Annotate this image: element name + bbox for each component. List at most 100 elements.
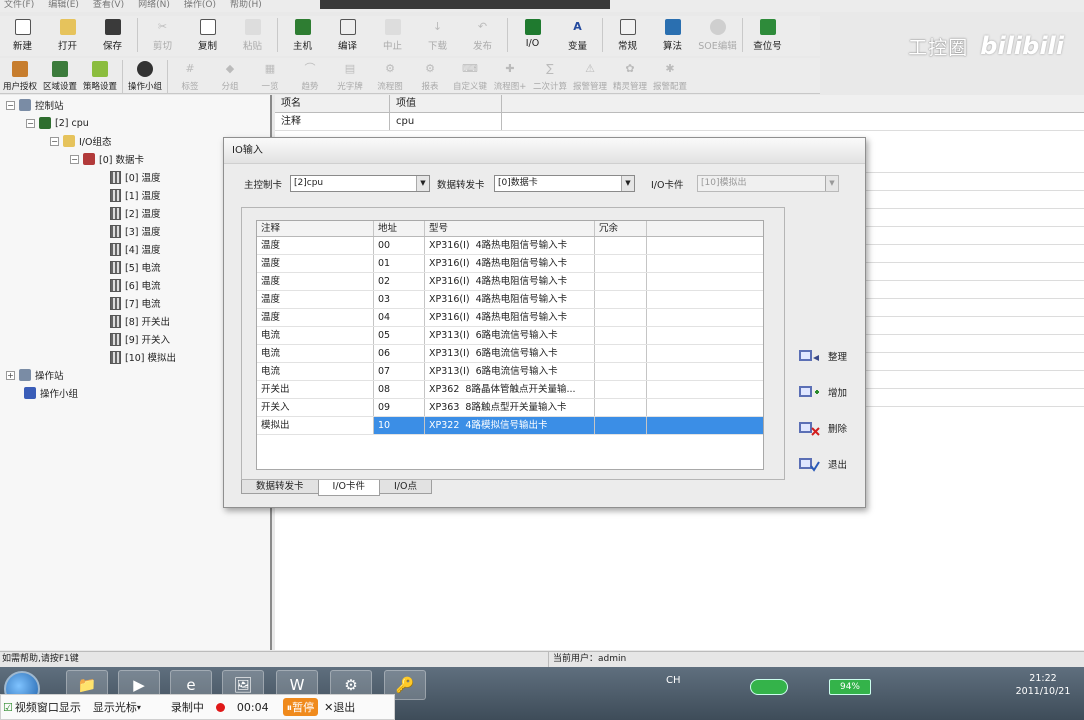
collapse-toggle[interactable]: −: [26, 118, 35, 128]
alarm-button[interactable]: ⚠ 报警管理: [570, 58, 610, 96]
tree-node-channel[interactable]: [3] 温度: [110, 223, 160, 239]
tree-node-cpu[interactable]: − [2] cpu: [26, 115, 89, 131]
tree-node-channel[interactable]: [9] 开关入: [110, 331, 170, 347]
expand-toggle[interactable]: +: [6, 370, 15, 380]
chevron-down-icon[interactable]: ▾: [137, 703, 141, 712]
checkbox-icon[interactable]: ☑: [3, 701, 13, 714]
new-button[interactable]: ​ 新建: [0, 16, 45, 54]
tag-button[interactable]: # 标签: [170, 58, 210, 96]
alarm-config-button[interactable]: ✱ 报警配置: [650, 58, 690, 96]
annunciator-button[interactable]: ▤ 光字牌: [330, 58, 370, 96]
download-button[interactable]: ↓ 下载: [415, 16, 460, 54]
table-row[interactable]: 温度 01 XP316(I) 4路热电阻信号输入卡: [257, 255, 763, 273]
tray-status-icon[interactable]: [750, 679, 788, 695]
tree-node-channel[interactable]: [1] 温度: [110, 187, 160, 203]
algorithm-button[interactable]: ​ 算法: [650, 16, 695, 54]
exit-button[interactable]: 退出: [798, 454, 847, 474]
tree-node-operator-group[interactable]: 操作小组: [24, 385, 78, 401]
table-row[interactable]: 电流 06 XP313(I) 6路电流信号输入卡: [257, 345, 763, 363]
tab-io-card[interactable]: I/O卡件: [317, 480, 380, 496]
collapse-toggle[interactable]: −: [50, 136, 59, 146]
group-button[interactable]: ◆ 分组: [210, 58, 250, 96]
menu-edit[interactable]: 编辑(E): [48, 0, 79, 12]
tree-node-channel[interactable]: [5] 电流: [110, 259, 160, 275]
add-button[interactable]: 增加: [798, 382, 847, 402]
table-row[interactable]: 电流 05 XP313(I) 6路电流信号输入卡: [257, 327, 763, 345]
table-row[interactable]: 温度 00 XP316(I) 4路热电阻信号输入卡: [257, 237, 763, 255]
clock[interactable]: 21:22 2011/10/21: [1012, 672, 1074, 698]
master-card-select[interactable]: [2]cpu ▼: [290, 175, 430, 192]
pause-button[interactable]: ⏸暂停: [282, 698, 319, 716]
table-row[interactable]: 温度 02 XP316(I) 4路热电阻信号输入卡: [257, 273, 763, 291]
operator-group-button[interactable]: ​ 操作小组: [125, 58, 165, 96]
menu-view[interactable]: 查看(V): [93, 0, 124, 12]
table-row[interactable]: 温度 04 XP316(I) 4路热电阻信号输入卡: [257, 309, 763, 327]
collapse-toggle[interactable]: −: [6, 100, 15, 110]
compile-button[interactable]: ​ 编译: [325, 16, 370, 54]
show-window-toggle[interactable]: 视频窗口显示: [15, 699, 81, 715]
flowchart-plus-button[interactable]: ✚ 流程图+: [490, 58, 530, 96]
trend-button[interactable]: ⌒ 趋势: [290, 58, 330, 96]
tree-node-operator-station[interactable]: + 操作站: [6, 367, 64, 383]
collapse-toggle[interactable]: −: [70, 154, 79, 164]
io-button[interactable]: ​ I/O: [510, 16, 555, 54]
overview-button[interactable]: ▦ 一览: [250, 58, 290, 96]
cut-button[interactable]: ✂ 剪切: [140, 16, 185, 54]
copy-button[interactable]: ​ 复制: [185, 16, 230, 54]
io-card-table[interactable]: 注释 地址 型号 冗余 温度 00 XP316(I) 4路热电阻信号输入卡 温度 01…: [256, 220, 764, 470]
sprite-button[interactable]: ✿ 精灵管理: [610, 58, 650, 96]
tree-node-channel[interactable]: [10] 模拟出: [110, 349, 176, 365]
tree-node-channel[interactable]: [0] 温度: [110, 169, 160, 185]
chevron-down-icon[interactable]: ▼: [416, 176, 429, 191]
tree-node-data-card[interactable]: − [0] 数据卡: [70, 151, 144, 167]
paste-button[interactable]: ​ 粘贴: [230, 16, 275, 54]
menu-operation[interactable]: 操作(O): [184, 0, 216, 12]
col-model[interactable]: 型号: [425, 221, 595, 236]
table-row[interactable]: 开关入 09 XP363 8路触点型开关量输入卡: [257, 399, 763, 417]
grid-cell[interactable]: cpu: [390, 113, 502, 130]
publish-button[interactable]: ↶ 发布: [460, 16, 505, 54]
table-row[interactable]: 开关出 08 XP362 8路晶体管触点开关量输...: [257, 381, 763, 399]
tidy-button[interactable]: 整理: [798, 346, 847, 366]
open-button[interactable]: ​ 打开: [45, 16, 90, 54]
table-row-selected[interactable]: 模拟出 10 XP322 4路模拟信号输出卡: [257, 417, 763, 435]
input-language[interactable]: CH: [666, 675, 681, 686]
user-auth-button[interactable]: ​ 用户授权: [0, 58, 40, 96]
grid-row[interactable]: 注释 cpu: [275, 113, 1084, 131]
soe-button[interactable]: ​ SOE编辑: [695, 16, 740, 54]
find-tag-button[interactable]: ​ 查位号: [745, 16, 790, 54]
close-icon[interactable]: ✕: [324, 701, 333, 714]
tree-node-channel[interactable]: [4] 温度: [110, 241, 160, 257]
menu-help[interactable]: 帮助(H): [230, 0, 262, 12]
variable-button[interactable]: A 变量: [555, 16, 600, 54]
custom-key-button[interactable]: ⌨ 自定义键: [450, 58, 490, 96]
col-comment[interactable]: 注释: [257, 221, 374, 236]
host-button[interactable]: ​ 主机: [280, 16, 325, 54]
col-redundant[interactable]: 冗余: [595, 221, 647, 236]
exit-recorder-button[interactable]: 退出: [333, 699, 355, 715]
battery-indicator[interactable]: 94%: [829, 679, 871, 695]
calc-button[interactable]: ∑ 二次计算: [530, 58, 570, 96]
tree-node-channel[interactable]: [7] 电流: [110, 295, 160, 311]
menu-file[interactable]: 文件(F): [4, 0, 34, 12]
tree-node-control-station[interactable]: − 控制站: [6, 97, 64, 113]
report-button[interactable]: ⚙ 报表: [410, 58, 450, 96]
col-address[interactable]: 地址: [374, 221, 425, 236]
stop-button[interactable]: ​ 中止: [370, 16, 415, 54]
flowchart-button[interactable]: ⚙ 流程图: [370, 58, 410, 96]
menu-network[interactable]: 网络(N): [138, 0, 170, 12]
chevron-down-icon[interactable]: ▼: [621, 176, 634, 191]
tree-node-channel[interactable]: [6] 电流: [110, 277, 160, 293]
tab-io-point[interactable]: I/O点: [379, 480, 432, 494]
table-row[interactable]: 电流 07 XP313(I) 6路电流信号输入卡: [257, 363, 763, 381]
io-card-select[interactable]: [10]模拟出 ▼: [697, 175, 839, 192]
tree-node-io-config[interactable]: − I/O组态: [50, 133, 111, 149]
forwarder-card-select[interactable]: [0]数据卡 ▼: [494, 175, 635, 192]
save-button[interactable]: ​ 保存: [90, 16, 135, 54]
show-cursor-dropdown[interactable]: 显示光标: [93, 699, 137, 715]
delete-button[interactable]: 删除: [798, 418, 847, 438]
general-button[interactable]: ​ 常规: [605, 16, 650, 54]
policy-button[interactable]: ​ 策略设置: [80, 58, 120, 96]
tree-node-channel[interactable]: [2] 温度: [110, 205, 160, 221]
chevron-down-icon[interactable]: ▼: [825, 176, 838, 191]
